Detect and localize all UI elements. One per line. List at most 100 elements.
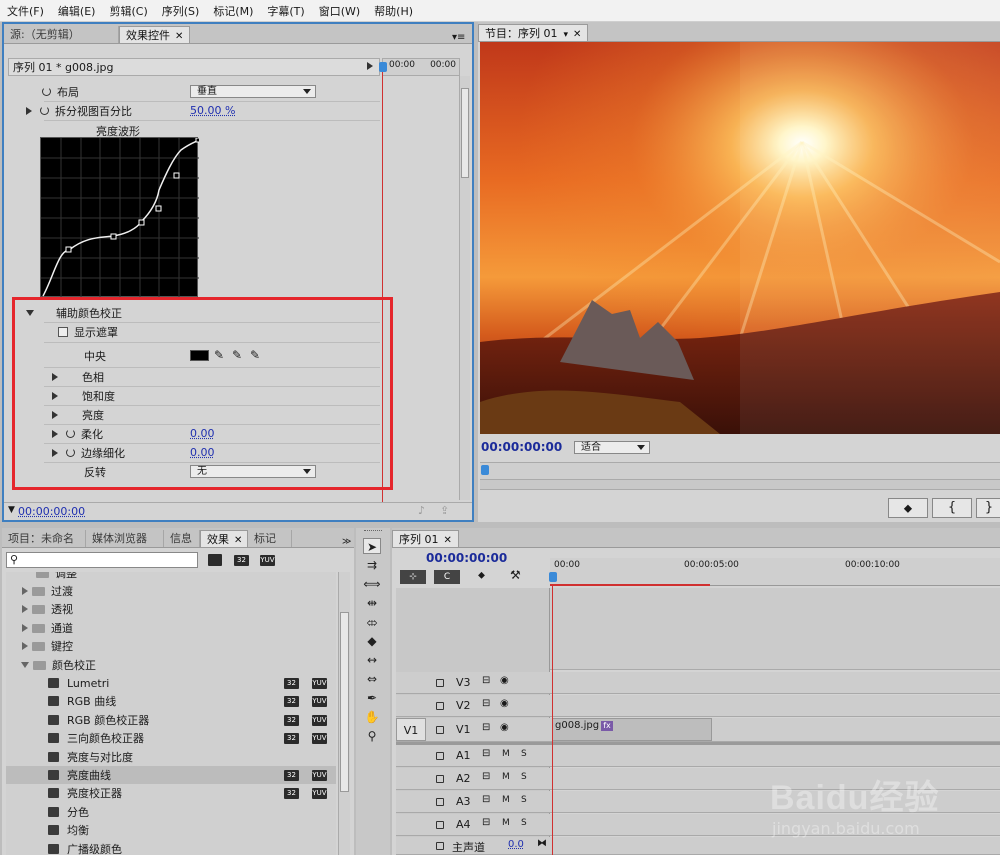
close-icon[interactable]: ✕ bbox=[234, 535, 242, 546]
rate-stretch-tool-icon[interactable]: ⤄ bbox=[363, 614, 381, 630]
tab-effect-controls[interactable]: 效果控件 ✕ bbox=[119, 26, 191, 43]
folder-row[interactable]: 调整 bbox=[6, 572, 336, 582]
ripple-edit-tool-icon[interactable]: ⟺ bbox=[363, 576, 381, 592]
tab-source[interactable]: 源:（无剪辑） bbox=[4, 26, 119, 43]
filter-icon[interactable]: ▼ bbox=[8, 505, 15, 515]
mute-button[interactable]: M bbox=[502, 795, 510, 805]
effect-item[interactable]: 分色 bbox=[6, 803, 336, 821]
program-scrub-bar[interactable] bbox=[480, 462, 1000, 480]
effect-item[interactable]: 广播级颜色 bbox=[6, 840, 336, 855]
linked-selection-button[interactable]: C bbox=[434, 570, 460, 584]
effect-item[interactable]: 亮度与对比度 bbox=[6, 748, 336, 766]
tab-program[interactable]: 节目：序列 01 ▾ ✕ bbox=[478, 24, 589, 41]
master-volume[interactable]: 0.0 bbox=[508, 839, 524, 850]
menu-title[interactable]: 字幕(T) bbox=[260, 3, 311, 19]
scrollbar-thumb[interactable] bbox=[340, 612, 349, 792]
eye-icon[interactable]: ◉ bbox=[500, 675, 509, 686]
folder-row[interactable]: 颜色校正 bbox=[6, 656, 336, 674]
track-v2[interactable]: V2 ⊟ ◉ bbox=[396, 695, 1000, 717]
track-a1[interactable]: A1 ⊟ M S bbox=[396, 745, 1000, 767]
timeline-playhead[interactable] bbox=[549, 572, 557, 582]
close-icon[interactable]: ✕ bbox=[175, 31, 183, 42]
filter-yuv-badge[interactable]: YUV bbox=[260, 555, 275, 566]
sync-icon[interactable]: ⊟ bbox=[482, 698, 490, 709]
track-select-tool-icon[interactable]: ⇉ bbox=[363, 557, 381, 573]
effect-item[interactable]: Lumetri 32 YUV bbox=[6, 674, 336, 692]
source-patch-v1[interactable]: V1 bbox=[396, 718, 426, 741]
lock-icon[interactable] bbox=[436, 842, 444, 850]
menu-marker[interactable]: 标记(M) bbox=[206, 3, 260, 19]
sync-icon[interactable]: ⊟ bbox=[482, 794, 490, 805]
program-playhead[interactable] bbox=[481, 465, 489, 475]
hand-tool-icon[interactable]: ✋ bbox=[363, 709, 381, 725]
luma-curve-graph[interactable] bbox=[40, 137, 201, 298]
effect-item[interactable]: 亮度曲线 32 YUV bbox=[6, 766, 336, 784]
slip-tool-icon[interactable]: ↔ bbox=[363, 652, 381, 668]
add-marker-icon[interactable]: ⬥ bbox=[478, 570, 485, 581]
expand-arrow-icon[interactable] bbox=[22, 642, 28, 650]
filter-32-badge[interactable]: 32 bbox=[234, 555, 249, 566]
expand-arrow-icon[interactable] bbox=[22, 587, 28, 595]
add-marker-button[interactable]: ⬥ bbox=[888, 498, 928, 518]
stopwatch-icon[interactable] bbox=[40, 106, 49, 115]
program-video-frame[interactable] bbox=[480, 42, 1000, 434]
effect-item[interactable]: 三向颜色校正器 32 YUV bbox=[6, 729, 336, 747]
selection-tool-icon[interactable]: ➤ bbox=[363, 538, 381, 554]
menu-help[interactable]: 帮助(H) bbox=[367, 3, 420, 19]
menu-sequence[interactable]: 序列(S) bbox=[155, 3, 207, 19]
mute-button[interactable]: M bbox=[502, 818, 510, 828]
folder-row[interactable]: 透视 bbox=[6, 600, 336, 618]
close-icon[interactable]: ✕ bbox=[573, 29, 581, 40]
scrollbar-thumb[interactable] bbox=[461, 88, 469, 178]
zoom-tool-icon[interactable]: ⚲ bbox=[363, 728, 381, 744]
split-percent-value[interactable]: 50.00 % bbox=[190, 104, 235, 117]
pen-tool-icon[interactable]: ✒ bbox=[363, 690, 381, 706]
program-timecode[interactable]: 00:00:00:00 bbox=[481, 440, 562, 454]
sync-icon[interactable]: ⊟ bbox=[482, 675, 490, 686]
folder-row[interactable]: 通道 bbox=[6, 619, 336, 637]
tab-effects[interactable]: 效果 ✕ bbox=[200, 530, 248, 547]
menu-window[interactable]: 窗口(W) bbox=[312, 3, 367, 19]
accelerated-filter-icon[interactable] bbox=[208, 554, 222, 566]
timeline-clip[interactable]: g008.jpg fx bbox=[552, 718, 712, 741]
expand-arrow-icon[interactable] bbox=[26, 106, 32, 115]
eye-icon[interactable]: ◉ bbox=[500, 722, 509, 733]
tab-sequence[interactable]: 序列 01 ✕ bbox=[392, 530, 459, 547]
lock-icon[interactable] bbox=[436, 798, 444, 806]
collapse-arrow-icon[interactable] bbox=[21, 662, 29, 668]
mute-button[interactable]: M bbox=[502, 749, 510, 759]
lock-icon[interactable] bbox=[436, 752, 444, 760]
menu-file[interactable]: 文件(F) bbox=[0, 3, 51, 19]
solo-button[interactable]: S bbox=[521, 818, 527, 828]
dropdown-icon[interactable]: ▾ bbox=[564, 30, 569, 40]
mark-out-button[interactable]: } bbox=[976, 498, 1000, 518]
expand-arrow-icon[interactable] bbox=[367, 62, 373, 70]
slide-tool-icon[interactable]: ⇔ bbox=[363, 671, 381, 687]
expand-arrow-icon[interactable] bbox=[22, 605, 28, 613]
effect-item[interactable]: RGB 曲线 32 YUV bbox=[6, 692, 336, 710]
tab-media-browser[interactable]: 媒体浏览器 bbox=[86, 530, 164, 547]
effects-scrollbar[interactable] bbox=[338, 572, 350, 855]
solo-button[interactable]: S bbox=[521, 749, 527, 759]
tab-info[interactable]: 信息 bbox=[164, 530, 200, 547]
fx-badge[interactable]: fx bbox=[601, 721, 613, 731]
sync-icon[interactable]: ⊟ bbox=[482, 817, 490, 828]
menu-edit[interactable]: 编辑(E) bbox=[51, 3, 103, 19]
effect-timeline-ruler[interactable]: 00:00 00:00 bbox=[382, 58, 460, 76]
work-area-bar[interactable] bbox=[550, 584, 710, 586]
effect-timecode[interactable]: 00:00:00:00 bbox=[18, 505, 85, 518]
export-icon[interactable]: ⇪ bbox=[440, 504, 449, 517]
wrench-icon[interactable]: ⚒ bbox=[510, 568, 521, 582]
mark-in-button[interactable]: { bbox=[932, 498, 972, 518]
go-to-end-icon[interactable]: ⧓ bbox=[537, 838, 547, 849]
menu-clip[interactable]: 剪辑(C) bbox=[102, 3, 154, 19]
solo-button[interactable]: S bbox=[521, 772, 527, 782]
panel-menu-icon[interactable]: ≫ bbox=[342, 537, 354, 547]
tab-project[interactable]: 项目：未命名 bbox=[2, 530, 86, 547]
close-icon[interactable]: ✕ bbox=[444, 535, 452, 546]
mute-button[interactable]: M bbox=[502, 772, 510, 782]
effects-search-input[interactable]: ⚲ bbox=[6, 552, 198, 568]
lock-icon[interactable] bbox=[436, 821, 444, 829]
snap-button[interactable]: ⊹ bbox=[400, 570, 426, 584]
lock-icon[interactable] bbox=[436, 775, 444, 783]
